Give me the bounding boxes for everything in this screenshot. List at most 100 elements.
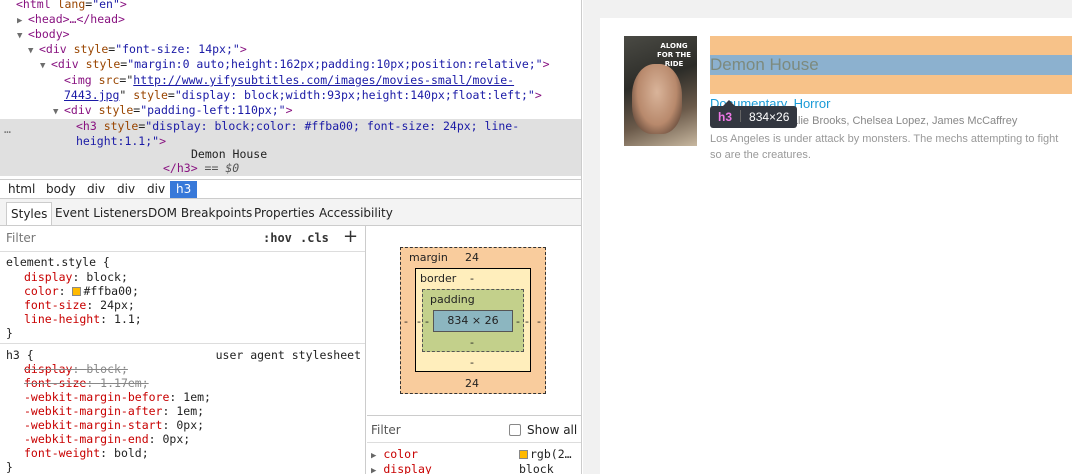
property-value: 1.1; xyxy=(114,312,142,326)
computed-property[interactable]: ▶ display block xyxy=(371,462,581,474)
margin-top-value[interactable]: 24 xyxy=(465,251,479,264)
page-canvas: ALONG FOR THE RIDE Demon House Documenta… xyxy=(600,18,1072,474)
color-swatch-icon[interactable] xyxy=(72,287,82,296)
poster-face xyxy=(632,64,682,134)
css-property[interactable]: -webkit-margin-start: 0px; xyxy=(24,418,204,432)
breadcrumb-div[interactable]: div xyxy=(111,181,141,198)
synopsis-line: Los Angeles is under attack by monsters.… xyxy=(710,133,1059,145)
property-value: block; xyxy=(86,362,128,376)
padding-bottom-value[interactable]: - xyxy=(470,336,474,349)
property-name: -webkit-margin-end xyxy=(24,432,149,446)
dom-node-img-cont[interactable]: 7443.jpg" style="display: block;width:93… xyxy=(64,88,581,103)
rule-selector: h3 { xyxy=(6,348,34,362)
attr-name: src xyxy=(91,73,120,87)
property-value: 1em; xyxy=(183,390,211,404)
property-value: rgb(2… xyxy=(530,447,572,461)
expand-triangle-icon[interactable]: ▶ xyxy=(371,451,376,461)
breadcrumb-body[interactable]: body xyxy=(40,181,82,198)
collapse-triangle-icon[interactable]: ▼ xyxy=(40,59,51,74)
tag-name: <img xyxy=(64,73,92,87)
breadcrumb-div[interactable]: div xyxy=(141,181,171,198)
attr-value: "display: block;color: #ffba00; font-siz… xyxy=(145,119,520,133)
computed-property[interactable]: ▶ color rgb(2… xyxy=(371,447,581,461)
rule-selector: element.style { xyxy=(6,255,110,269)
property-name: font-weight xyxy=(24,446,101,460)
css-property[interactable]: font-weight: bold; xyxy=(24,446,149,460)
dom-node-img[interactable]: <img src="http://www.yifysubtitles.com/i… xyxy=(64,73,581,88)
styles-filter-row: Filter :hov .cls + xyxy=(0,226,365,252)
border-top-value[interactable]: - xyxy=(470,272,474,285)
tag-end: > xyxy=(285,103,293,117)
property-value: #ffba00; xyxy=(83,284,139,298)
margin-bottom-value[interactable]: 24 xyxy=(465,377,479,390)
border-left-value[interactable]: - xyxy=(417,315,421,328)
tooltip-divider xyxy=(740,110,742,122)
img-src-link[interactable]: http://www.yifysubtitles.com/images/movi… xyxy=(133,73,514,87)
css-property[interactable]: font-size: 24px; xyxy=(24,298,135,312)
dom-node-h3-close[interactable]: </h3> == $0 xyxy=(163,161,581,176)
class-toggle[interactable]: .cls xyxy=(300,231,329,245)
tag-end: > xyxy=(239,42,247,56)
css-property[interactable]: -webkit-margin-end: 0px; xyxy=(24,432,190,446)
attr-value: "padding-left:110px;" xyxy=(140,103,286,117)
css-property[interactable]: -webkit-margin-before: 1em; xyxy=(24,390,211,404)
css-property-overridden[interactable]: display: block; xyxy=(24,362,128,376)
add-rule-icon[interactable]: + xyxy=(343,226,358,247)
attr-name: style xyxy=(96,119,139,133)
hover-state-toggle[interactable]: :hov xyxy=(263,231,292,245)
rule-source: user agent stylesheet xyxy=(215,348,361,362)
inspect-tooltip: h3 834×26 xyxy=(710,106,798,128)
attr-name: style xyxy=(91,103,134,117)
tab-event-listeners[interactable]: Event Listeners xyxy=(51,202,152,225)
dom-node-div[interactable]: ▼ <div style="padding-left:110px;"> xyxy=(53,103,581,120)
css-property[interactable]: line-height: 1.1; xyxy=(24,312,142,326)
dom-node-html[interactable]: <html lang="en"> xyxy=(16,0,581,12)
dom-text-node[interactable]: Demon House xyxy=(191,147,581,162)
tag-name: </h3> xyxy=(163,161,198,175)
margin-right-value[interactable]: - xyxy=(537,315,541,328)
movie-title: Demon House xyxy=(710,55,819,74)
tag-name: <body> xyxy=(28,27,70,41)
attr-value: "en" xyxy=(92,0,120,11)
tab-properties[interactable]: Properties xyxy=(250,202,319,225)
dom-node-div[interactable]: ▼ <div style="margin:0 auto;height:162px;… xyxy=(40,57,581,74)
computed-filter-input[interactable]: Filter xyxy=(371,423,401,437)
padding-right-value[interactable]: - xyxy=(516,315,520,328)
padding-label: padding xyxy=(430,293,475,306)
attr-name: lang xyxy=(50,0,86,11)
property-name: display xyxy=(24,270,73,284)
breadcrumb-div[interactable]: div xyxy=(81,181,111,198)
tab-dom-breakpoints[interactable]: DOM Breakpoints xyxy=(144,202,256,225)
show-all-checkbox[interactable] xyxy=(509,424,521,436)
tab-styles[interactable]: Styles xyxy=(6,202,53,225)
movie-poster-image[interactable]: ALONG FOR THE RIDE xyxy=(624,36,697,146)
img-src-link[interactable]: 7443.jpg xyxy=(64,88,119,102)
property-value: 24px; xyxy=(100,298,135,312)
breadcrumb-html[interactable]: html xyxy=(2,181,41,198)
dom-node-h3[interactable]: <h3 style="display: block;color: #ffba00… xyxy=(76,119,581,134)
dom-tree: <html lang="en"> ▶ <head>…</head> ▼ <body>… xyxy=(0,0,581,179)
movie-synopsis: Los Angeles is under attack by monsters.… xyxy=(710,131,1072,163)
text-content: Demon House xyxy=(191,147,268,161)
tab-accessibility[interactable]: Accessibility xyxy=(315,202,397,225)
border-bottom-value[interactable]: - xyxy=(470,356,474,369)
border-right-value[interactable]: - xyxy=(525,315,529,328)
box-content-size[interactable]: 834 × 26 xyxy=(433,310,513,332)
collapse-triangle-icon[interactable]: ▼ xyxy=(53,105,64,120)
css-property[interactable]: color: #ffba00; xyxy=(24,284,139,298)
property-name: color xyxy=(24,284,59,298)
css-property-overridden[interactable]: font-size: 1.17em; xyxy=(24,376,149,390)
expand-triangle-icon[interactable]: ▶ xyxy=(371,466,376,474)
collapse-triangle-icon[interactable]: ▼ xyxy=(17,29,28,44)
property-name: -webkit-margin-before xyxy=(24,390,170,404)
css-property[interactable]: -webkit-margin-after: 1em; xyxy=(24,404,204,418)
css-property[interactable]: display: block; xyxy=(24,270,128,284)
styles-filter-input[interactable]: Filter xyxy=(6,231,36,245)
styles-pane: Filter :hov .cls + element.style { displ… xyxy=(0,226,366,474)
collapse-triangle-icon[interactable]: ▼ xyxy=(28,44,39,59)
property-value: bold; xyxy=(114,446,149,460)
breadcrumb-h3[interactable]: h3 xyxy=(170,181,198,198)
margin-left-value[interactable]: - xyxy=(404,315,408,328)
padding-left-value[interactable]: - xyxy=(425,315,429,328)
border-label: border xyxy=(420,272,457,285)
